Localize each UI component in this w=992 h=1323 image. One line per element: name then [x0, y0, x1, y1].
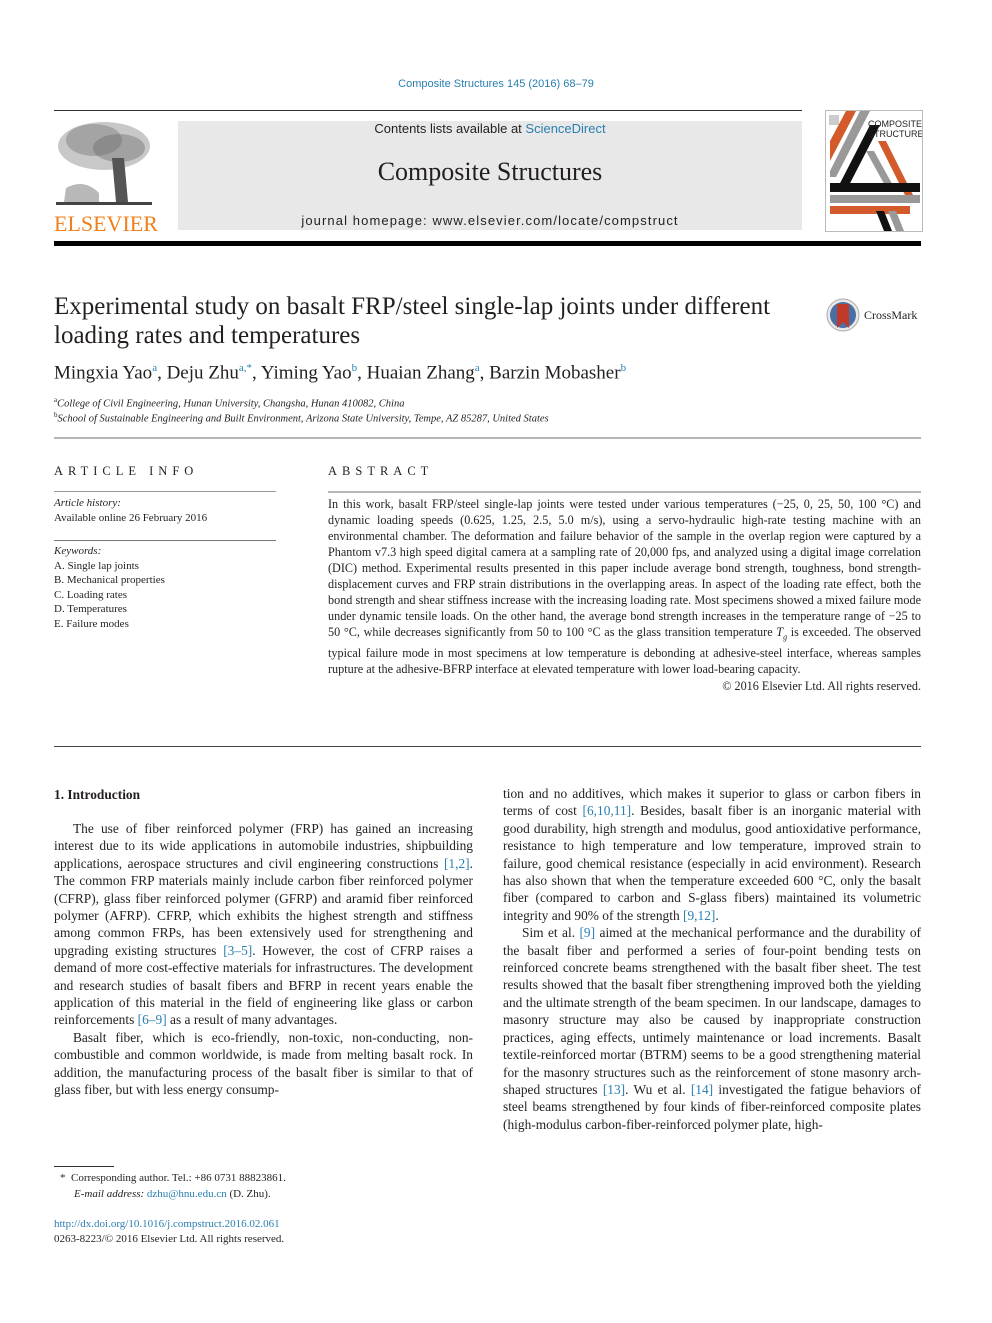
- keyword: E. Failure modes: [54, 617, 129, 630]
- elsevier-wordmark: ELSEVIER: [54, 211, 158, 236]
- elsevier-logo[interactable]: ELSEVIER: [54, 118, 158, 236]
- cover-title: COMPOSITE STRUCTURES: [868, 119, 923, 139]
- article-history: Article history: Available online 26 Feb…: [54, 497, 208, 524]
- intro-column-1: The use of fiber reinforced polymer (FRP…: [54, 820, 473, 1099]
- journal-cover[interactable]: COMPOSITE STRUCTURES: [825, 110, 923, 232]
- crossmark-badge[interactable]: CrossMark: [826, 298, 917, 332]
- keywords-rule: [54, 540, 276, 541]
- keywords: Keywords: A. Single lap joints B. Mechan…: [54, 544, 276, 631]
- reference-link[interactable]: [9]: [579, 925, 595, 940]
- journal-citation[interactable]: Composite Structures 145 (2016) 68–79: [0, 78, 992, 90]
- header-rule: [54, 110, 802, 111]
- reference-link[interactable]: [6–9]: [138, 1012, 167, 1027]
- author[interactable]: Deju Zhu: [167, 362, 239, 383]
- author[interactable]: Barzin Mobasher: [489, 362, 620, 383]
- text-run: aimed at the mechanical performance and …: [503, 925, 921, 1097]
- author[interactable]: Yiming Yao: [261, 362, 352, 383]
- affiliation-a: aCollege of Civil Engineering, Hunan Uni…: [54, 396, 405, 410]
- journal-homepage[interactable]: journal homepage: www.elsevier.com/locat…: [178, 213, 802, 228]
- keyword: B. Mechanical properties: [54, 574, 165, 586]
- contents-line: Contents lists available at ScienceDirec…: [374, 121, 606, 136]
- abstract-text: In this work, basalt FRP/steel single-la…: [328, 497, 921, 694]
- author[interactable]: Mingxia Yao: [54, 362, 152, 383]
- text-run: . Besides, basalt fiber is an inorganic …: [503, 803, 921, 923]
- abstract-rule: [328, 491, 921, 493]
- text-run: Sim et al.: [522, 925, 580, 941]
- abstract-heading: ABSTRACT: [328, 464, 434, 478]
- affiliation-b: bSchool of Sustainable Engineering and B…: [54, 411, 549, 425]
- text-run: as a result of many advantages.: [166, 1012, 338, 1028]
- issn-copyright: 0263-8223/© 2016 Elsevier Ltd. All right…: [54, 1233, 285, 1245]
- author[interactable]: Huaian Zhang: [367, 362, 475, 383]
- paragraph: Sim et al. [9] aimed at the mechanical p…: [503, 924, 921, 1133]
- reference-link[interactable]: [6,10,11]: [583, 803, 632, 818]
- footnote-rule: [54, 1166, 114, 1167]
- text-run: . Wu et al.: [625, 1081, 691, 1097]
- paragraph: Basalt fiber, which is eco-friendly, non…: [54, 1029, 473, 1099]
- reference-link[interactable]: [1,2]: [444, 856, 470, 871]
- keyword: C. Loading rates: [54, 588, 128, 601]
- reference-link[interactable]: [9,12]: [683, 908, 715, 923]
- keyword: D. Temperatures: [54, 603, 127, 615]
- sciencedirect-link[interactable]: ScienceDirect: [525, 121, 605, 136]
- reference-link[interactable]: [14]: [691, 1082, 713, 1097]
- crossmark-icon: [826, 298, 860, 332]
- reference-link[interactable]: [13]: [603, 1082, 625, 1097]
- header-thick-rule: [54, 241, 921, 246]
- keyword: A. Single lap joints: [54, 559, 139, 572]
- journal-banner: Contents lists available at ScienceDirec…: [178, 121, 802, 230]
- title-divider: [54, 437, 921, 439]
- section-heading-introduction: 1. Introduction: [54, 787, 141, 802]
- text-run: .: [715, 907, 719, 923]
- email-footnote: E-mail address: dzhu@hnu.edu.cn (D. Zhu)…: [74, 1188, 271, 1200]
- text-run: The use of fiber reinforced polymer (FRP…: [54, 821, 473, 871]
- intro-column-2: tion and no additives, which makes it su…: [503, 785, 921, 1133]
- text-run: Basalt fiber, which is eco-friendly, non…: [54, 1029, 473, 1098]
- crossmark-label: CrossMark: [864, 307, 918, 322]
- article-info-rule: [54, 491, 276, 492]
- reference-link[interactable]: [3–5]: [223, 943, 252, 958]
- article-title: Experimental study on basalt FRP/steel s…: [54, 293, 771, 349]
- doi-link[interactable]: http://dx.doi.org/10.1016/j.compstruct.2…: [54, 1216, 280, 1232]
- author-list: Mingxia Yaoa, Deju Zhua,*, Yiming Yaob, …: [54, 362, 627, 384]
- paragraph: The use of fiber reinforced polymer (FRP…: [54, 820, 473, 1029]
- corresponding-footnote: * Corresponding author. Tel.: +86 0731 8…: [60, 1172, 286, 1184]
- abstract-bottom-rule: [54, 746, 921, 747]
- email-link[interactable]: dzhu@hnu.edu.cn: [147, 1188, 227, 1200]
- journal-name: Composite Structures: [377, 157, 603, 186]
- elsevier-tree-icon: [54, 118, 154, 208]
- paragraph: tion and no additives, which makes it su…: [503, 785, 921, 924]
- abstract-copyright: © 2016 Elsevier Ltd. All rights reserved…: [722, 679, 921, 694]
- article-info-heading: ARTICLE INFO: [54, 464, 199, 478]
